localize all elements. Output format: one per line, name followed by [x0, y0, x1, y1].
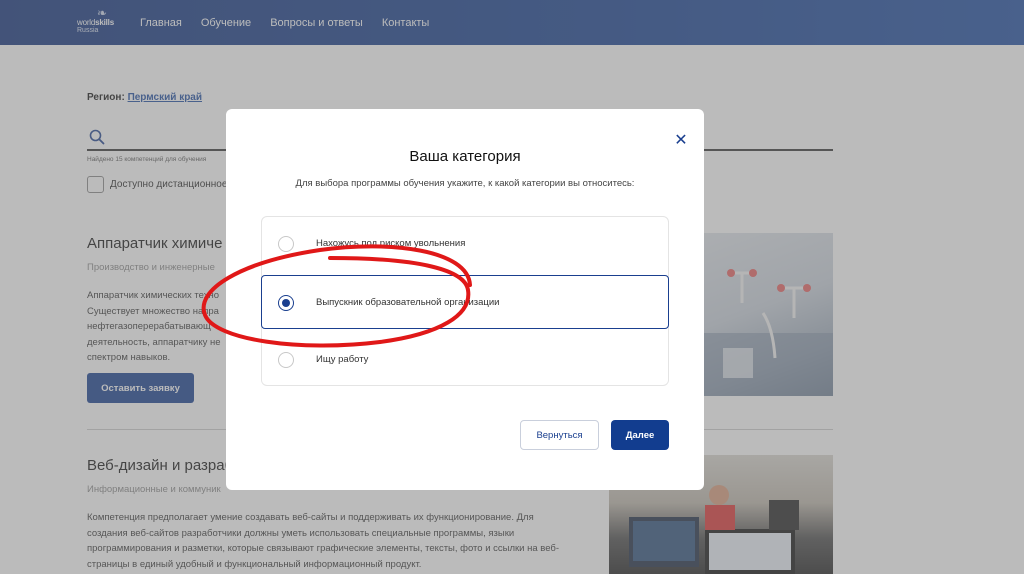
- option-graduate[interactable]: Выпускник образовательной организации: [261, 275, 669, 329]
- radio-button-selected[interactable]: [278, 295, 294, 311]
- next-button[interactable]: Далее: [611, 420, 669, 450]
- option-job-seeker[interactable]: Ищу работу: [262, 333, 670, 387]
- option-label: Ищу работу: [316, 354, 369, 365]
- option-risk-of-dismissal[interactable]: Нахожусь под риском увольнения: [262, 217, 670, 271]
- category-options: Нахожусь под риском увольнения Выпускник…: [261, 216, 669, 386]
- option-label: Выпускник образовательной организации: [316, 297, 500, 308]
- radio-button[interactable]: [278, 352, 294, 368]
- dialog-description: Для выбора программы обучения укажите, к…: [295, 178, 635, 189]
- category-dialog: ✕ Ваша категория Для выбора программы об…: [226, 109, 704, 490]
- option-label: Нахожусь под риском увольнения: [316, 238, 466, 249]
- close-icon[interactable]: ✕: [673, 133, 689, 149]
- back-button[interactable]: Вернуться: [520, 420, 599, 450]
- dialog-title: Ваша категория: [409, 148, 521, 165]
- radio-button[interactable]: [278, 236, 294, 252]
